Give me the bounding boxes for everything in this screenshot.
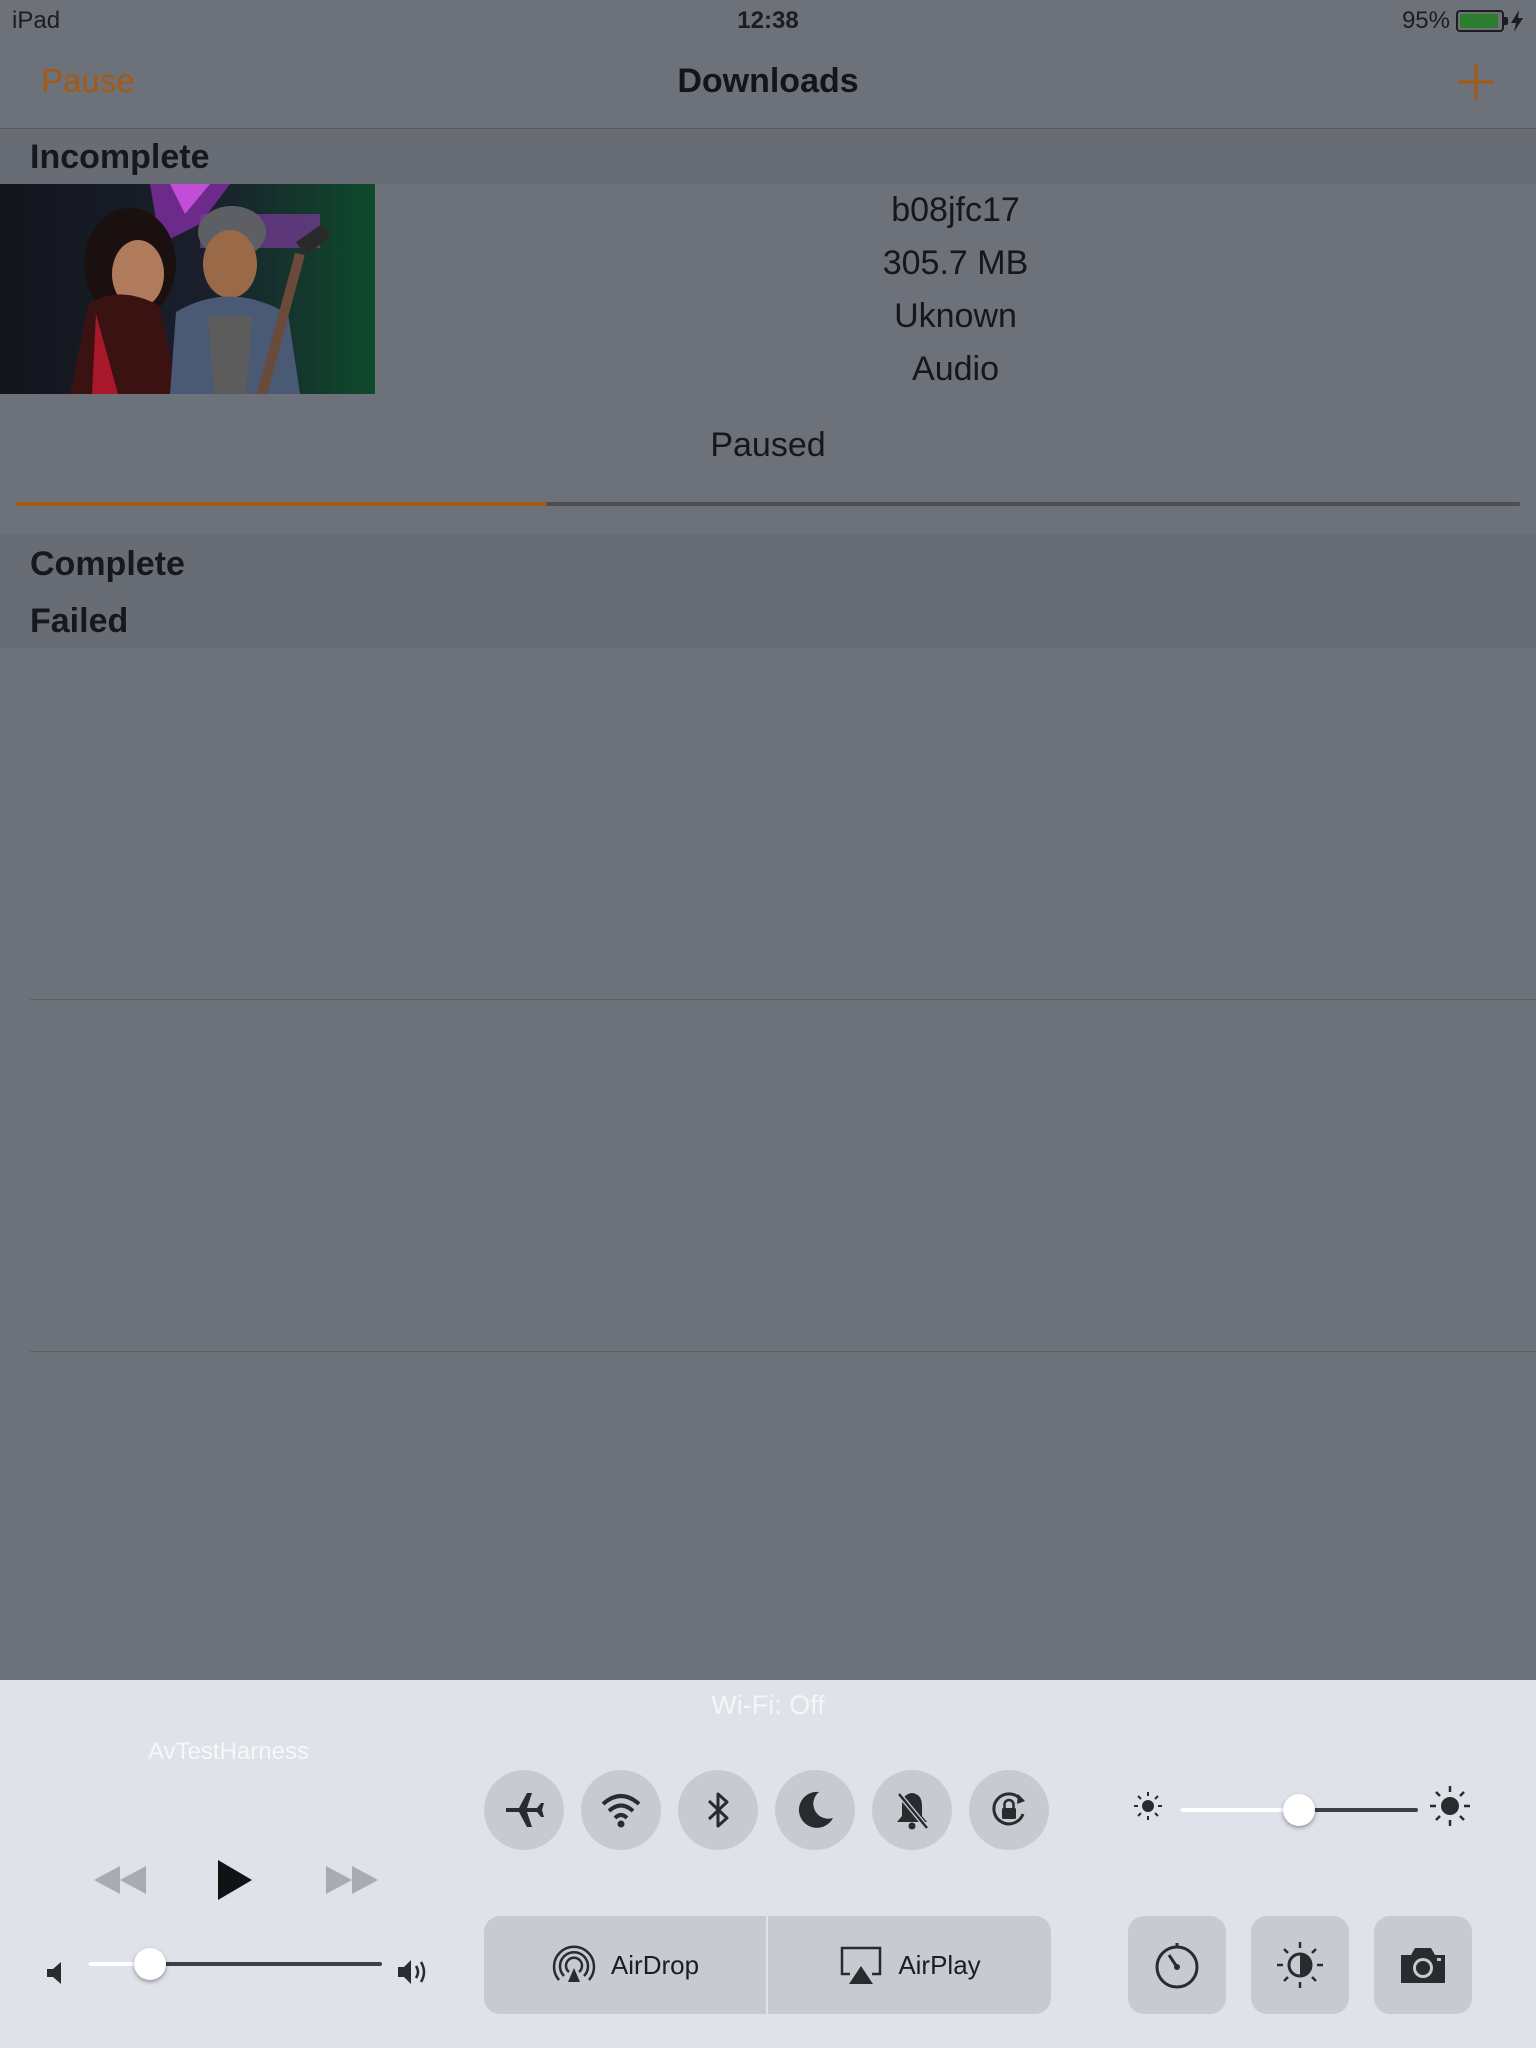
control-center: Wi-Fi: Off AvTestHarness AirDrop AirPlay	[0, 1680, 1536, 2048]
night-shift-button[interactable]	[1251, 1916, 1349, 2014]
bluetooth-toggle[interactable]	[678, 1770, 758, 1850]
do-not-disturb-toggle[interactable]	[775, 1770, 855, 1850]
charging-bolt-icon	[1511, 10, 1523, 32]
section-header-complete: Complete	[0, 534, 1536, 594]
rotation-lock-icon	[992, 1792, 1025, 1826]
night-shift-icon	[1277, 1942, 1323, 1988]
row-separator	[30, 999, 1536, 1000]
volume-high-icon	[398, 1960, 426, 1984]
timer-icon	[1155, 1943, 1199, 1989]
download-size: 305.7 MB	[882, 244, 1029, 282]
download-status: Paused	[710, 426, 826, 464]
download-duration: Uknown	[894, 297, 1017, 335]
airdrop-button[interactable]: AirDrop	[484, 1916, 766, 2014]
volume-slider[interactable]	[88, 1948, 382, 1980]
section-header-incomplete: Incomplete	[0, 130, 1536, 184]
battery-percent: 95%	[1401, 7, 1450, 34]
timer-button[interactable]	[1128, 1916, 1226, 2014]
fast-forward-icon[interactable]	[324, 1852, 380, 1908]
clock: 12:38	[737, 7, 799, 34]
camera-icon	[1401, 1948, 1445, 1983]
rewind-icon[interactable]	[92, 1852, 148, 1908]
battery-level	[1460, 14, 1498, 28]
volume-thumb[interactable]	[133, 1948, 166, 1980]
bluetooth-icon	[707, 1792, 729, 1828]
airdrop-label: AirDrop	[610, 1949, 700, 1980]
section-header-failed: Failed	[0, 594, 1536, 648]
now-playing-app: AvTestHarness	[148, 1738, 309, 1765]
brightness-slider[interactable]	[1180, 1794, 1418, 1826]
status-bar: iPad 12:38 95%	[0, 0, 1536, 40]
download-type: Audio	[912, 350, 999, 388]
navigation-bar: Pause Downloads	[0, 40, 1536, 129]
brightness-fill	[1180, 1808, 1299, 1812]
battery-icon	[1456, 10, 1508, 32]
plus-icon[interactable]	[1456, 62, 1496, 102]
airplay-icon	[841, 1946, 882, 1984]
airplane-mode-toggle[interactable]	[484, 1770, 564, 1850]
airplay-button[interactable]: AirPlay	[768, 1916, 1051, 2014]
row-separator	[30, 1351, 1536, 1352]
rotation-lock-toggle[interactable]	[969, 1770, 1049, 1850]
download-progress-bar	[16, 502, 1520, 506]
airplay-label: AirPlay	[898, 1949, 981, 1980]
play-icon[interactable]	[214, 1852, 254, 1908]
mute-bell-icon	[897, 1792, 929, 1830]
airplane-icon	[506, 1793, 544, 1827]
brightness-low-icon	[1134, 1792, 1162, 1820]
download-details: b08jfc17 305.7 MB Uknown Audio	[375, 184, 1536, 396]
mute-toggle[interactable]	[872, 1770, 952, 1850]
download-progress-fill	[16, 502, 547, 506]
wifi-status-text: Wi-Fi: Off	[711, 1690, 825, 1720]
page-title: Downloads	[677, 62, 859, 100]
moon-icon	[798, 1791, 833, 1828]
airdrop-icon	[552, 1945, 596, 1982]
camera-button[interactable]	[1374, 1916, 1472, 2014]
volume-low-icon	[47, 1962, 61, 1984]
battery-group: 95%	[1402, 7, 1524, 35]
brightness-high-icon	[1430, 1786, 1470, 1826]
wifi-icon	[601, 1794, 641, 1828]
thumbnail-image	[0, 184, 375, 394]
brightness-thumb[interactable]	[1283, 1794, 1315, 1826]
download-name: b08jfc17	[891, 191, 1020, 229]
wifi-toggle[interactable]	[581, 1770, 661, 1850]
download-item[interactable]: b08jfc17 305.7 MB Uknown Audio Paused	[0, 184, 1536, 516]
